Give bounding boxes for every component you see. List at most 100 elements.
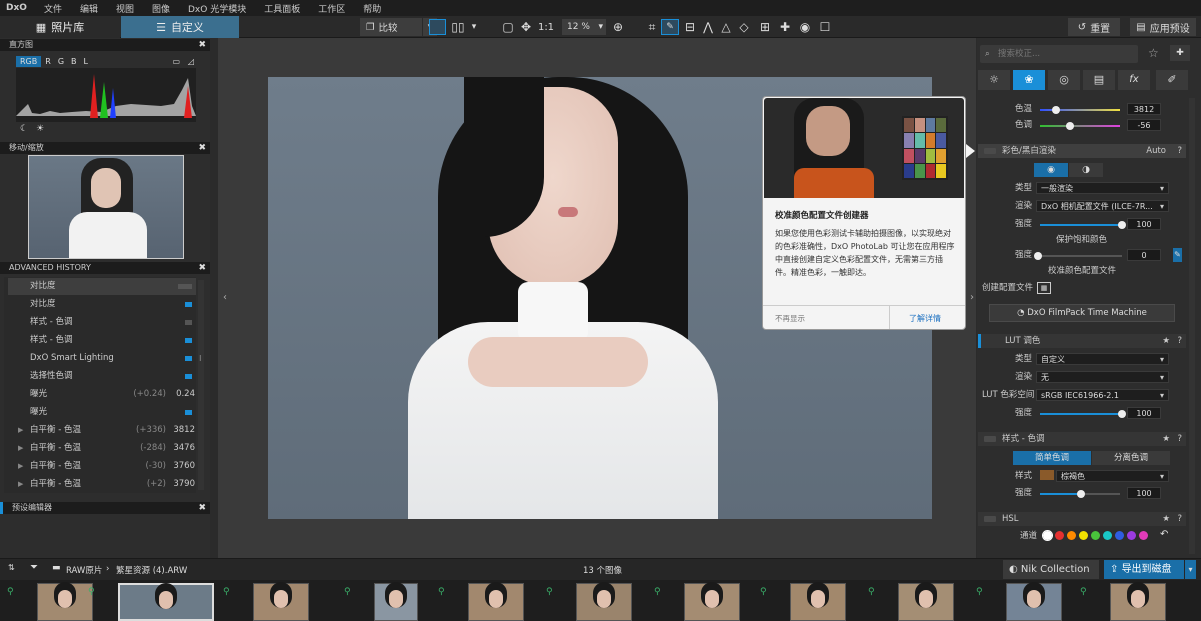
filmstrip-thumbnail[interactable] bbox=[790, 583, 846, 621]
export-dropdown[interactable]: ▾ bbox=[1185, 560, 1196, 579]
channel-b[interactable]: B bbox=[71, 57, 77, 66]
nik-collection-button[interactable]: ◐ Nik Collection bbox=[1003, 560, 1099, 579]
bw-mode-button[interactable]: ◑ bbox=[1069, 163, 1103, 177]
filmstrip-thumbnail[interactable] bbox=[37, 583, 93, 621]
render-select[interactable]: DxO 相机配置文件 (ILCE-7R... bbox=[1036, 200, 1169, 212]
protect-value[interactable]: 0 bbox=[1127, 249, 1161, 261]
breadcrumb-root[interactable]: RAW原片 bbox=[66, 564, 102, 576]
collapse-right-icon[interactable]: › bbox=[970, 292, 974, 303]
history-row[interactable]: 对比度 bbox=[8, 296, 196, 313]
intensity-slider[interactable] bbox=[1040, 221, 1126, 229]
star-icon[interactable]: ★ bbox=[1162, 334, 1170, 348]
horizon-icon[interactable]: ⊟ bbox=[682, 19, 698, 35]
hsl-channel-swatch[interactable] bbox=[1103, 531, 1112, 540]
filmstrip-thumbnail[interactable] bbox=[684, 583, 740, 621]
style-intensity-slider[interactable] bbox=[1040, 490, 1120, 498]
lut-intensity-knob[interactable] bbox=[1118, 410, 1126, 418]
lut-intensity-slider[interactable] bbox=[1040, 410, 1126, 418]
learn-more-link[interactable]: 了解详情 bbox=[909, 313, 941, 324]
help-icon[interactable]: ? bbox=[1177, 512, 1182, 526]
tab-customize[interactable]: ☰ 自定义 bbox=[121, 16, 239, 38]
zoom-select[interactable]: 12 % ▾ bbox=[562, 19, 606, 35]
hsl-channel-swatch[interactable] bbox=[1115, 531, 1124, 540]
history-row[interactable]: ▶ 白平衡 - 色温 (-30) 3760 bbox=[8, 458, 196, 475]
collapse-left-icon[interactable]: ‹ bbox=[223, 292, 227, 303]
enable-toggle[interactable] bbox=[984, 148, 996, 154]
favorite-star-icon[interactable]: ☆ bbox=[1148, 46, 1159, 60]
sort-icon[interactable]: ⇅ bbox=[8, 563, 15, 572]
preset-editor-header[interactable]: 预设编辑器 ✖ bbox=[0, 502, 210, 514]
menu-image[interactable]: 图像 bbox=[143, 2, 179, 15]
create-preset-icon[interactable]: ✚ bbox=[1170, 45, 1190, 61]
close-icon[interactable]: ✖ bbox=[198, 142, 206, 154]
eye-icon[interactable]: ◉ bbox=[797, 19, 813, 35]
light-tab-icon[interactable]: ☼ bbox=[978, 70, 1010, 90]
style-intensity-value[interactable]: 100 bbox=[1127, 487, 1161, 499]
intensity-value[interactable]: 100 bbox=[1127, 218, 1161, 230]
close-icon[interactable]: ✖ bbox=[198, 502, 206, 514]
lut-type-select[interactable]: 自定义 bbox=[1036, 353, 1169, 365]
history-row[interactable]: 曝光 bbox=[8, 404, 196, 421]
repair-icon[interactable]: ✚ bbox=[777, 19, 793, 35]
geometry-tab-icon[interactable]: ▤ bbox=[1083, 70, 1115, 90]
zoom-in-icon[interactable]: ⊕ bbox=[610, 19, 626, 35]
monitor-icon[interactable]: ▭ bbox=[172, 57, 180, 66]
enable-toggle[interactable] bbox=[984, 516, 996, 522]
search-corrections-input[interactable]: ⌕ 搜索校正... bbox=[980, 45, 1138, 63]
history-row[interactable]: 曝光 (+0.24) 0.24 bbox=[8, 386, 196, 403]
reset-button[interactable]: ↺ 重置 bbox=[1068, 18, 1120, 36]
temp-value[interactable]: 3812 bbox=[1127, 103, 1161, 115]
history-row[interactable]: 样式 - 色调 bbox=[8, 314, 196, 331]
help-icon[interactable]: ? bbox=[1177, 432, 1182, 446]
perspective-icon[interactable]: ⋀ bbox=[700, 19, 716, 35]
filmstrip-thumbnail[interactable] bbox=[374, 583, 418, 621]
hsl-header[interactable]: HSL ★? bbox=[978, 512, 1186, 526]
menu-workspace[interactable]: 工作区 bbox=[309, 2, 354, 15]
expand-icon[interactable]: ▶ bbox=[18, 422, 23, 439]
tab-photo-library[interactable]: ▦ 照片库 bbox=[0, 16, 120, 38]
enable-toggle[interactable] bbox=[984, 436, 996, 442]
history-row[interactable]: ▶ 白平衡 - 色温 (+2) 3790 bbox=[8, 476, 196, 493]
filmstrip-thumbnail[interactable] bbox=[253, 583, 309, 621]
expand-icon[interactable]: ▶ bbox=[18, 476, 23, 493]
tint-slider[interactable] bbox=[1040, 122, 1120, 130]
history-row[interactable]: ▶ 白平衡 - 色温 (-284) 3476 bbox=[8, 440, 196, 457]
style-intensity-knob[interactable] bbox=[1077, 490, 1085, 498]
filmstrip-thumbnail[interactable] bbox=[1110, 583, 1166, 621]
lut-header[interactable]: LUT 调色 ★? bbox=[978, 334, 1186, 348]
clip-icon[interactable]: ◿ bbox=[188, 57, 194, 66]
sun-icon[interactable]: ☀ bbox=[36, 124, 44, 134]
moon-icon[interactable]: ☾ bbox=[20, 124, 28, 134]
ratio-1-1[interactable]: 1:1 bbox=[536, 19, 556, 35]
more-icon[interactable]: ⁝ bbox=[199, 354, 202, 363]
hsl-channel-swatch[interactable] bbox=[1079, 531, 1088, 540]
hsl-channel-swatch[interactable] bbox=[1091, 531, 1100, 540]
filmpack-time-machine-button[interactable]: ◔ DxO FilmPack Time Machine bbox=[989, 304, 1175, 322]
tint-value[interactable]: -56 bbox=[1127, 119, 1161, 131]
filter-icon[interactable]: ⏷ bbox=[30, 562, 38, 573]
local-adjustments-icon[interactable]: ◇ bbox=[736, 19, 752, 35]
apply-preset-button[interactable]: ▤ 应用预设 bbox=[1130, 18, 1196, 36]
split-view-icon[interactable]: ▯▯ bbox=[450, 19, 466, 35]
effects-tab-icon[interactable]: fx bbox=[1118, 70, 1150, 90]
channel-g[interactable]: G bbox=[58, 57, 64, 66]
history-row[interactable]: ▶ 白平衡 - 色温 (+336) 3812 bbox=[8, 422, 196, 439]
help-icon[interactable]: ? bbox=[1177, 144, 1182, 158]
temp-slider-knob[interactable] bbox=[1052, 106, 1060, 114]
filmstrip-thumbnail[interactable] bbox=[898, 583, 954, 621]
lut-intensity-value[interactable]: 100 bbox=[1127, 407, 1161, 419]
detail-tab-icon[interactable]: ◎ bbox=[1048, 70, 1080, 90]
star-icon[interactable]: ★ bbox=[1162, 432, 1170, 446]
lut-render-select[interactable]: 无 bbox=[1036, 371, 1169, 383]
hsl-channel-swatch[interactable] bbox=[1127, 531, 1136, 540]
history-row[interactable]: 选择性色调 bbox=[8, 368, 196, 385]
single-view-icon[interactable] bbox=[429, 19, 446, 35]
hsl-channel-swatch[interactable] bbox=[1055, 531, 1064, 540]
fit-screen-icon[interactable]: ▢ bbox=[500, 19, 516, 35]
history-row[interactable]: DxO Smart Lighting bbox=[8, 350, 196, 367]
color-tab-icon[interactable]: ❀ bbox=[1013, 70, 1045, 90]
hsl-channel-swatch[interactable] bbox=[1042, 530, 1053, 541]
undo-icon[interactable]: ↶ bbox=[1160, 529, 1168, 540]
eyedropper-icon[interactable]: ✎ bbox=[661, 19, 679, 35]
temp-slider[interactable] bbox=[1040, 106, 1120, 114]
